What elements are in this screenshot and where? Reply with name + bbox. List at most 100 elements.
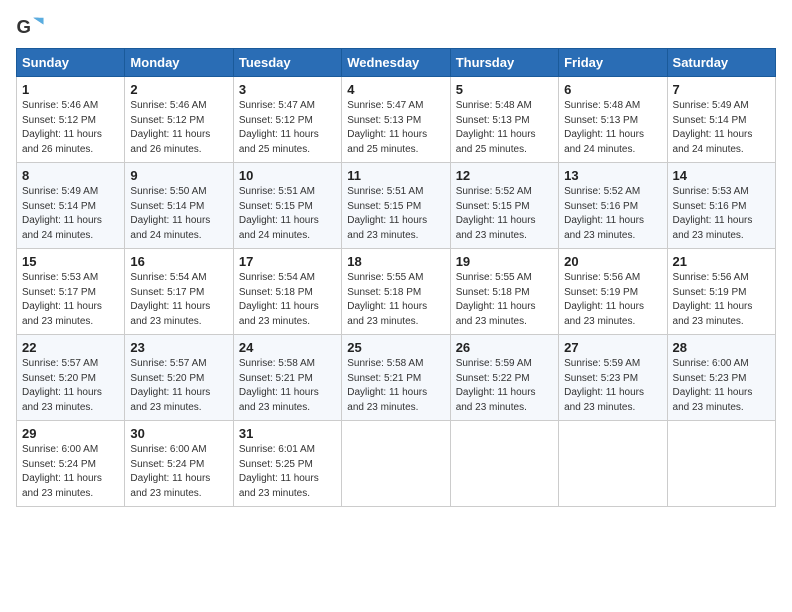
calendar-cell: 10 Sunrise: 5:51 AMSunset: 5:15 PMDayligh…: [233, 163, 341, 249]
calendar-cell: 6Sunrise: 5:48 AMSunset: 5:13 PMDaylight…: [559, 77, 667, 163]
column-header-friday: Friday: [559, 49, 667, 77]
day-number: 8: [22, 168, 119, 183]
day-number: 3: [239, 82, 336, 97]
calendar-cell: 5 Sunrise: 5:48 AMSunset: 5:13 PMDaylight…: [450, 77, 558, 163]
column-header-saturday: Saturday: [667, 49, 775, 77]
calendar-cell: 26Sunrise: 5:59 AMSunset: 5:22 PMDayligh…: [450, 335, 558, 421]
day-number: 11: [347, 168, 444, 183]
calendar-cell: 16 Sunrise: 5:54 AMSunset: 5:17 PMDayligh…: [125, 249, 233, 335]
day-info: Sunrise: 5:58 AMSunset: 5:21 PMDaylight:…: [347, 358, 427, 413]
day-number: 14: [673, 168, 770, 183]
calendar-week-3: 15Sunrise: 5:53 AMSunset: 5:17 PMDayligh…: [17, 249, 776, 335]
calendar-header-row: SundayMondayTuesdayWednesdayThursdayFrid…: [17, 49, 776, 77]
svg-text:G: G: [16, 16, 30, 37]
calendar-cell: [667, 421, 775, 507]
calendar-cell: 21 Sunrise: 5:56 AMSunset: 5:19 PMDayligh…: [667, 249, 775, 335]
calendar-cell: 3 Sunrise: 5:47 AMSunset: 5:12 PMDaylight…: [233, 77, 341, 163]
calendar-cell: [342, 421, 450, 507]
day-info: Sunrise: 5:59 AMSunset: 5:23 PMDaylight:…: [564, 358, 644, 413]
calendar-table: SundayMondayTuesdayWednesdayThursdayFrid…: [16, 48, 776, 507]
calendar-cell: 15Sunrise: 5:53 AMSunset: 5:17 PMDayligh…: [17, 249, 125, 335]
calendar-cell: 4Sunrise: 5:47 AMSunset: 5:13 PMDaylight…: [342, 77, 450, 163]
day-info: Sunrise: 5:50 AMSunset: 5:14 PMDaylight:…: [130, 186, 210, 241]
column-header-thursday: Thursday: [450, 49, 558, 77]
day-info: Sunrise: 5:51 AMSunset: 5:15 PMDaylight:…: [239, 186, 319, 241]
day-info: Sunrise: 6:00 AMSunset: 5:24 PMDaylight:…: [130, 444, 210, 499]
day-number: 16: [130, 254, 227, 269]
day-number: 20: [564, 254, 661, 269]
day-number: 2: [130, 82, 227, 97]
calendar-cell: 18 Sunrise: 5:55 AMSunset: 5:18 PMDayligh…: [342, 249, 450, 335]
calendar-cell: 12 Sunrise: 5:52 AMSunset: 5:15 PMDayligh…: [450, 163, 558, 249]
calendar-cell: 28 Sunrise: 6:00 AMSunset: 5:23 PMDayligh…: [667, 335, 775, 421]
day-number: 17: [239, 254, 336, 269]
calendar-week-2: 8 Sunrise: 5:49 AMSunset: 5:14 PMDaylight…: [17, 163, 776, 249]
day-number: 25: [347, 340, 444, 355]
day-info: Sunrise: 5:54 AMSunset: 5:18 PMDaylight:…: [239, 272, 319, 327]
day-number: 12: [456, 168, 553, 183]
calendar-cell: [450, 421, 558, 507]
day-number: 31: [239, 426, 336, 441]
day-info: Sunrise: 5:52 AMSunset: 5:15 PMDaylight:…: [456, 186, 536, 241]
day-info: Sunrise: 5:49 AMSunset: 5:14 PMDaylight:…: [22, 186, 102, 241]
calendar-cell: 22Sunrise: 5:57 AMSunset: 5:20 PMDayligh…: [17, 335, 125, 421]
day-info: Sunrise: 5:55 AMSunset: 5:18 PMDaylight:…: [347, 272, 427, 327]
day-info: Sunrise: 5:51 AMSunset: 5:15 PMDaylight:…: [347, 186, 427, 241]
day-number: 27: [564, 340, 661, 355]
day-info: Sunrise: 5:52 AMSunset: 5:16 PMDaylight:…: [564, 186, 644, 241]
day-number: 24: [239, 340, 336, 355]
day-info: Sunrise: 5:56 AMSunset: 5:19 PMDaylight:…: [564, 272, 644, 327]
column-header-wednesday: Wednesday: [342, 49, 450, 77]
day-number: 28: [673, 340, 770, 355]
day-number: 22: [22, 340, 119, 355]
calendar-week-5: 29 Sunrise: 6:00 AMSunset: 5:24 PMDayligh…: [17, 421, 776, 507]
day-info: Sunrise: 5:46 AMSunset: 5:12 PMDaylight:…: [130, 100, 210, 155]
calendar-cell: 7Sunrise: 5:49 AMSunset: 5:14 PMDaylight…: [667, 77, 775, 163]
calendar-cell: 20 Sunrise: 5:56 AMSunset: 5:19 PMDayligh…: [559, 249, 667, 335]
day-number: 21: [673, 254, 770, 269]
calendar-week-4: 22 Sunrise: 5:57 AMSunset: 5:20 PMDayligh…: [17, 335, 776, 421]
calendar-cell: [559, 421, 667, 507]
calendar-cell: 8 Sunrise: 5:49 AMSunset: 5:14 PMDaylight…: [17, 163, 125, 249]
day-info: Sunrise: 5:57 AMSunset: 5:20 PMDaylight:…: [130, 358, 210, 413]
column-header-tuesday: Tuesday: [233, 49, 341, 77]
day-info: Sunrise: 6:01 AMSunset: 5:25 PMDaylight:…: [239, 444, 319, 499]
day-info: Sunrise: 5:46 AMSunset: 5:12 PMDaylight:…: [22, 100, 102, 155]
logo: G: [16, 16, 48, 38]
logo-icon: G: [16, 16, 44, 38]
calendar-cell: 14 Sunrise: 5:53 AMSunset: 5:16 PMDayligh…: [667, 163, 775, 249]
column-header-monday: Monday: [125, 49, 233, 77]
day-number: 5: [456, 82, 553, 97]
day-number: 18: [347, 254, 444, 269]
calendar-cell: 29 Sunrise: 6:00 AMSunset: 5:24 PMDayligh…: [17, 421, 125, 507]
day-number: 30: [130, 426, 227, 441]
calendar-cell: 23Sunrise: 5:57 AMSunset: 5:20 PMDayligh…: [125, 335, 233, 421]
day-info: Sunrise: 5:47 AMSunset: 5:13 PMDaylight:…: [347, 100, 427, 155]
day-info: Sunrise: 5:48 AMSunset: 5:13 PMDaylight:…: [456, 100, 536, 155]
day-info: Sunrise: 5:53 AMSunset: 5:16 PMDaylight:…: [673, 186, 753, 241]
calendar-cell: 25 Sunrise: 5:58 AMSunset: 5:21 PMDayligh…: [342, 335, 450, 421]
day-info: Sunrise: 5:54 AMSunset: 5:17 PMDaylight:…: [130, 272, 210, 327]
day-number: 19: [456, 254, 553, 269]
day-number: 1: [22, 82, 119, 97]
day-number: 10: [239, 168, 336, 183]
day-number: 9: [130, 168, 227, 183]
calendar-cell: 9 Sunrise: 5:50 AMSunset: 5:14 PMDaylight…: [125, 163, 233, 249]
calendar-cell: 1 Sunrise: 5:46 AMSunset: 5:12 PMDaylight…: [17, 77, 125, 163]
calendar-week-1: 1 Sunrise: 5:46 AMSunset: 5:12 PMDaylight…: [17, 77, 776, 163]
day-info: Sunrise: 5:56 AMSunset: 5:19 PMDaylight:…: [673, 272, 753, 327]
day-info: Sunrise: 5:47 AMSunset: 5:12 PMDaylight:…: [239, 100, 319, 155]
calendar-cell: 11 Sunrise: 5:51 AMSunset: 5:15 PMDayligh…: [342, 163, 450, 249]
calendar-cell: 19 Sunrise: 5:55 AMSunset: 5:18 PMDayligh…: [450, 249, 558, 335]
header: G: [16, 16, 776, 38]
day-info: Sunrise: 6:00 AMSunset: 5:23 PMDaylight:…: [673, 358, 753, 413]
calendar-cell: 2 Sunrise: 5:46 AMSunset: 5:12 PMDaylight…: [125, 77, 233, 163]
day-number: 13: [564, 168, 661, 183]
day-number: 26: [456, 340, 553, 355]
calendar-cell: 31 Sunrise: 6:01 AMSunset: 5:25 PMDayligh…: [233, 421, 341, 507]
day-info: Sunrise: 6:00 AMSunset: 5:24 PMDaylight:…: [22, 444, 102, 499]
calendar-cell: 13 Sunrise: 5:52 AMSunset: 5:16 PMDayligh…: [559, 163, 667, 249]
day-number: 29: [22, 426, 119, 441]
day-info: Sunrise: 5:55 AMSunset: 5:18 PMDaylight:…: [456, 272, 536, 327]
day-info: Sunrise: 5:58 AMSunset: 5:21 PMDaylight:…: [239, 358, 319, 413]
